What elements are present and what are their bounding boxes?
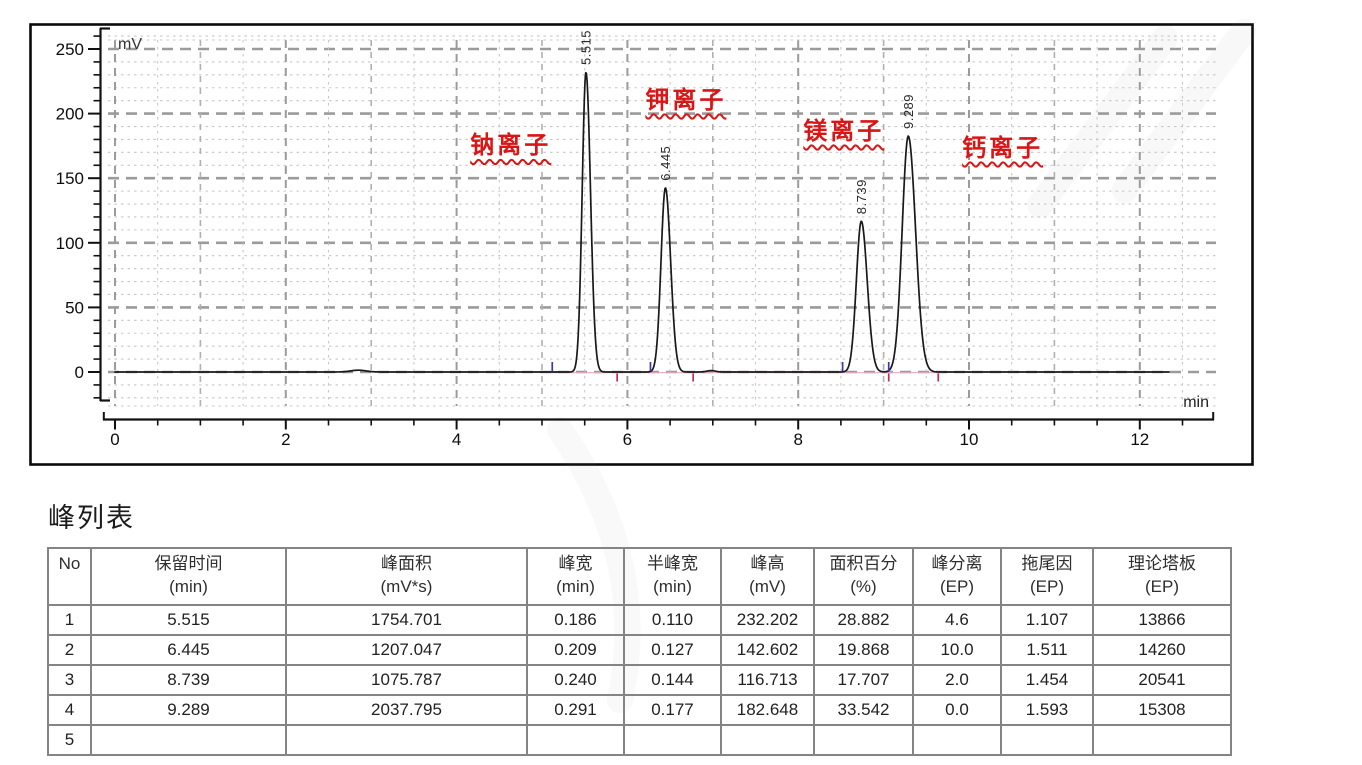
table-cell: 4 [48, 695, 91, 725]
table-cell: 10.0 [913, 635, 1001, 665]
column-header: 峰宽(min) [527, 548, 624, 605]
table-cell: 17.707 [814, 665, 913, 695]
table-cell: 0.291 [527, 695, 624, 725]
x-tick-label: 4 [452, 430, 461, 449]
y-tick-label: 50 [65, 298, 84, 317]
column-header: 拖尾因(EP) [1001, 548, 1093, 605]
table-row: 15.5151754.7010.1860.110232.20228.8824.6… [48, 605, 1231, 635]
column-header: 理论塔板(EP) [1093, 548, 1231, 605]
table-cell: 1754.701 [286, 605, 527, 635]
table-cell [721, 725, 814, 755]
table-cell: 116.713 [721, 665, 814, 695]
table-cell: 1.593 [1001, 695, 1093, 725]
table-cell: 28.882 [814, 605, 913, 635]
table-cell: 1.511 [1001, 635, 1093, 665]
table-cell: 0.110 [624, 605, 721, 635]
column-header: 面积百分(%) [814, 548, 913, 605]
table-cell: 232.202 [721, 605, 814, 635]
table-cell [913, 725, 1001, 755]
column-header: 峰高(mV) [721, 548, 814, 605]
x-tick-label: 10 [960, 430, 979, 449]
table-cell: 182.648 [721, 695, 814, 725]
peak-rt-label: 8.739 [854, 179, 869, 214]
table-cell: 19.868 [814, 635, 913, 665]
table-cell [624, 725, 721, 755]
table-cell: 0.186 [527, 605, 624, 635]
table-cell [286, 725, 527, 755]
chromatogram-report-page: 050100150200250mV024681012min5.5156.4458… [0, 0, 1362, 765]
peak-rt-label: 9.289 [901, 94, 916, 129]
table-cell: 0.144 [624, 665, 721, 695]
table-cell: 0.127 [624, 635, 721, 665]
table-cell: 1.454 [1001, 665, 1093, 695]
table-row: 26.4451207.0470.2090.127142.60219.86810.… [48, 635, 1231, 665]
table-row: 49.2892037.7950.2910.177182.64833.5420.0… [48, 695, 1231, 725]
y-tick-label: 250 [56, 40, 84, 59]
table-row: 5 [48, 725, 1231, 755]
column-header: 半峰宽(min) [624, 548, 721, 605]
y-tick-label: 100 [56, 234, 84, 253]
y-tick-label: 150 [56, 169, 84, 188]
table-cell [527, 725, 624, 755]
x-tick-label: 0 [110, 430, 119, 449]
table-cell: 1.107 [1001, 605, 1093, 635]
peak-list-section: 峰列表 No保留时间(min)峰面积(mV*s)峰宽(min)半峰宽(min)峰… [47, 496, 1232, 756]
table-cell: 0.0 [913, 695, 1001, 725]
peak-list-title: 峰列表 [48, 496, 1232, 535]
x-tick-label: 12 [1130, 430, 1149, 449]
table-cell: 0.177 [624, 695, 721, 725]
table-cell: 15308 [1093, 695, 1231, 725]
table-header-row: No保留时间(min)峰面积(mV*s)峰宽(min)半峰宽(min)峰高(mV… [48, 548, 1231, 605]
table-cell: 2.0 [913, 665, 1001, 695]
table-cell: 0.209 [527, 635, 624, 665]
table-cell: 20541 [1093, 665, 1231, 695]
table-row: 38.7391075.7870.2400.144116.71317.7072.0… [48, 665, 1231, 695]
peak-table: No保留时间(min)峰面积(mV*s)峰宽(min)半峰宽(min)峰高(mV… [47, 547, 1232, 756]
table-cell: 33.542 [814, 695, 913, 725]
peak-rt-label: 6.445 [658, 146, 673, 181]
table-cell [1001, 725, 1093, 755]
table-cell: 1 [48, 605, 91, 635]
peak-rt-label: 5.515 [578, 30, 593, 65]
table-cell [1093, 725, 1231, 755]
table-cell [91, 725, 286, 755]
table-cell: 2037.795 [286, 695, 527, 725]
table-cell: 9.289 [91, 695, 286, 725]
table-cell: 142.602 [721, 635, 814, 665]
column-header: 峰分离(EP) [913, 548, 1001, 605]
chart-panel-border [31, 25, 1253, 465]
table-cell: 4.6 [913, 605, 1001, 635]
table-cell: 3 [48, 665, 91, 695]
table-cell: 1075.787 [286, 665, 527, 695]
table-cell: 2 [48, 635, 91, 665]
y-unit-label: mV [118, 36, 142, 53]
column-header: No [48, 548, 91, 605]
table-cell: 13866 [1093, 605, 1231, 635]
y-tick-label: 200 [56, 105, 84, 124]
x-tick-label: 6 [623, 430, 632, 449]
x-unit-label: min [1183, 394, 1209, 411]
x-tick-label: 2 [281, 430, 290, 449]
table-cell [814, 725, 913, 755]
table-cell: 5.515 [91, 605, 286, 635]
table-cell: 1207.047 [286, 635, 527, 665]
table-cell: 6.445 [91, 635, 286, 665]
table-cell: 8.739 [91, 665, 286, 695]
column-header: 峰面积(mV*s) [286, 548, 527, 605]
x-tick-label: 8 [793, 430, 802, 449]
table-cell: 5 [48, 725, 91, 755]
table-cell: 14260 [1093, 635, 1231, 665]
table-cell: 0.240 [527, 665, 624, 695]
y-tick-label: 0 [75, 363, 84, 382]
column-header: 保留时间(min) [91, 548, 286, 605]
